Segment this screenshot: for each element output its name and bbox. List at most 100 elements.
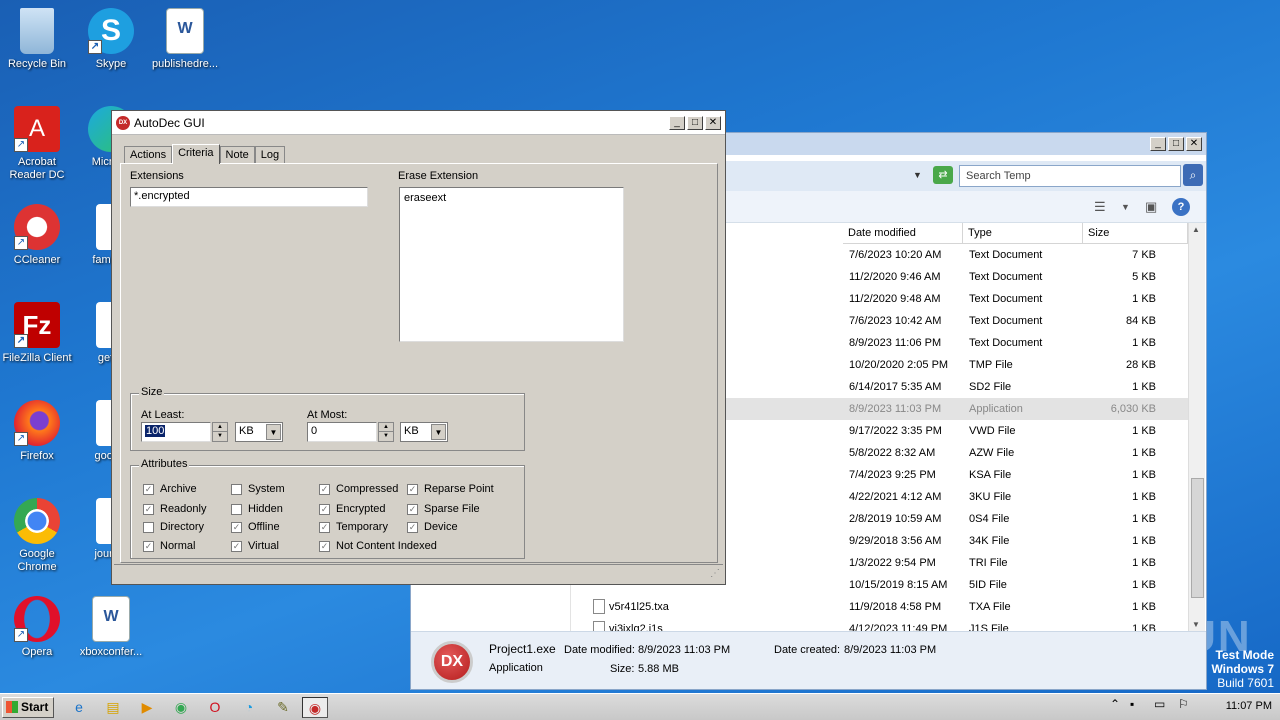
opera-taskbar-icon[interactable]: O xyxy=(202,697,228,718)
desktop-icon-chrome[interactable]: Google Chrome xyxy=(0,498,74,574)
desktop-icon-published-doc[interactable]: W publishedre... xyxy=(148,8,222,71)
attribute-checkbox[interactable]: ✓ Not Content Indexed xyxy=(319,540,437,552)
extensions-field[interactable]: *.encrypted xyxy=(130,187,368,207)
help-icon[interactable]: ? xyxy=(1172,198,1190,216)
scroll-up-icon[interactable]: ▲ xyxy=(1192,225,1200,234)
tab-log[interactable]: Log xyxy=(254,146,286,164)
checkmark-icon[interactable]: ✓ xyxy=(319,521,330,533)
network-icon[interactable]: ▭ xyxy=(1154,697,1165,711)
scroll-thumb[interactable] xyxy=(1191,478,1204,598)
attribute-checkbox[interactable]: Hidden xyxy=(231,503,283,515)
attribute-checkbox[interactable]: ✓ Archive xyxy=(143,483,197,495)
edge-taskbar-icon[interactable]: ◔ xyxy=(236,697,262,718)
attribute-checkbox[interactable]: ✓ Encrypted xyxy=(319,503,386,515)
attribute-checkbox[interactable]: ✓ Readonly xyxy=(143,503,206,515)
tray-expand-icon[interactable]: ⌃ xyxy=(1110,697,1120,711)
ie-icon[interactable]: e xyxy=(66,697,92,718)
minimize-button[interactable]: _ xyxy=(669,115,685,130)
attribute-checkbox[interactable]: ✓ Normal xyxy=(143,540,195,552)
at-least-spinner[interactable]: ▲ ▼ xyxy=(212,422,228,442)
desktop-icon-recycle-bin[interactable]: Recycle Bin xyxy=(0,8,74,71)
chevron-down-icon[interactable]: ▼ xyxy=(1121,202,1130,212)
search-icon[interactable]: ⌕ xyxy=(1183,164,1203,186)
chrome-taskbar-icon[interactable]: ◉ xyxy=(168,697,194,718)
checkmark-icon[interactable]: ✓ xyxy=(319,483,330,495)
attribute-checkbox[interactable]: ✓ Temporary xyxy=(319,521,388,533)
attribute-checkbox[interactable]: ✓ Device xyxy=(407,521,458,533)
resize-grip-icon[interactable]: ⋰ xyxy=(710,568,720,579)
desktop-icon-firefox[interactable]: ↗ Firefox xyxy=(0,400,74,463)
desktop-icon-xboxconfer[interactable]: W xboxconfer... xyxy=(74,596,148,659)
at-most-spinner[interactable]: ▲ ▼ xyxy=(378,422,394,442)
notepad-icon[interactable]: ✎ xyxy=(270,697,296,718)
attribute-checkbox[interactable]: System xyxy=(231,483,285,495)
checkbox-empty-icon[interactable] xyxy=(231,503,242,515)
checkbox-empty-icon[interactable] xyxy=(143,521,154,533)
tab-strip: Actions Criteria Note Log xyxy=(124,144,286,164)
attribute-checkbox[interactable]: ✓ Virtual xyxy=(231,540,279,552)
tab-note[interactable]: Note xyxy=(219,146,255,164)
checkmark-icon[interactable]: ✓ xyxy=(407,483,418,495)
erase-extension-memo[interactable]: eraseext xyxy=(399,187,624,342)
media-player-icon[interactable]: ▶ xyxy=(134,697,160,718)
file-row[interactable]: v5r41l25.txa 11/9/2018 4:58 PM TXA File 1 K… xyxy=(571,596,1188,618)
attribute-checkbox[interactable]: ✓ Reparse Point xyxy=(407,483,494,495)
desktop-icon-opera[interactable]: ↗ Opera xyxy=(0,596,74,659)
search-input[interactable]: Search Temp xyxy=(959,165,1181,187)
minimize-button[interactable]: _ xyxy=(1150,137,1166,151)
at-most-unit-select[interactable]: KB ▼ xyxy=(400,422,448,442)
explorer-folder-icon[interactable]: ▤ xyxy=(100,697,126,718)
spin-up-icon[interactable]: ▲ xyxy=(379,423,393,432)
close-button[interactable]: ✕ xyxy=(1186,137,1202,151)
desktop-icon-acrobat[interactable]: A ↗ Acrobat Reader DC xyxy=(0,106,74,182)
checkbox-empty-icon[interactable] xyxy=(231,483,242,495)
chevron-down-icon[interactable]: ▼ xyxy=(431,424,446,440)
checkmark-icon[interactable]: ✓ xyxy=(143,503,154,515)
column-size[interactable]: Size xyxy=(1083,223,1188,244)
desktop-icon-skype[interactable]: S ↗ Skype xyxy=(74,8,148,71)
attribute-checkbox[interactable]: ✓ Compressed xyxy=(319,483,398,495)
desktop-icon-ccleaner[interactable]: ↗ CCleaner xyxy=(0,204,74,267)
autodec-taskbar-icon[interactable]: ◉ xyxy=(302,697,328,718)
scroll-down-icon[interactable]: ▼ xyxy=(1192,620,1200,629)
chevron-down-icon[interactable]: ▼ xyxy=(913,170,922,180)
checkmark-icon[interactable]: ✓ xyxy=(407,503,418,515)
checkmark-icon[interactable]: ✓ xyxy=(319,503,330,515)
volume-icon[interactable]: ⚐ xyxy=(1178,697,1189,711)
spin-up-icon[interactable]: ▲ xyxy=(213,423,227,432)
at-most-input[interactable]: 0 xyxy=(307,422,377,442)
checkmark-icon[interactable]: ✓ xyxy=(143,540,154,552)
attribute-checkbox[interactable]: ✓ Offline xyxy=(231,521,280,533)
column-type[interactable]: Type xyxy=(963,223,1083,244)
vertical-scrollbar[interactable]: ▲ ▼ xyxy=(1188,223,1205,631)
close-button[interactable]: ✕ xyxy=(705,115,721,130)
checkmark-icon[interactable]: ✓ xyxy=(231,540,242,552)
clock[interactable]: 11:07 PM xyxy=(1226,700,1272,712)
checkmark-icon[interactable]: ✓ xyxy=(143,483,154,495)
at-least-unit-select[interactable]: KB ▼ xyxy=(235,422,283,442)
at-least-input[interactable]: 100 xyxy=(141,422,211,442)
checkmark-icon[interactable]: ✓ xyxy=(319,540,330,552)
spin-down-icon[interactable]: ▼ xyxy=(213,432,227,441)
maximize-button[interactable]: □ xyxy=(1168,137,1184,151)
spin-down-icon[interactable]: ▼ xyxy=(379,432,393,441)
tab-actions[interactable]: Actions xyxy=(124,146,173,164)
refresh-icon[interactable]: ⇄ xyxy=(933,166,953,184)
file-row[interactable]: vi3jxlg2.j1s 4/12/2023 11:49 PM J1S File 1 … xyxy=(571,618,1188,631)
file-size: 1 KB xyxy=(1132,425,1156,437)
checkmark-icon[interactable]: ✓ xyxy=(407,521,418,533)
file-type: TXA File xyxy=(969,601,1011,613)
preview-pane-icon[interactable]: ▣ xyxy=(1145,199,1157,215)
tab-criteria[interactable]: Criteria xyxy=(172,144,220,164)
checkmark-icon[interactable]: ✓ xyxy=(231,521,242,533)
column-date-modified[interactable]: Date modified xyxy=(843,223,963,244)
details-size: 5.88 MB xyxy=(638,663,679,675)
chevron-down-icon[interactable]: ▼ xyxy=(266,424,281,440)
start-button[interactable]: Start xyxy=(2,697,54,718)
desktop-icon-filezilla[interactable]: Fz ↗ FileZilla Client xyxy=(0,302,74,365)
view-options-icon[interactable]: ☰ xyxy=(1094,199,1106,215)
maximize-button[interactable]: □ xyxy=(687,115,703,130)
attribute-checkbox[interactable]: ✓ Sparse File xyxy=(407,503,480,515)
tray-app-icon[interactable]: ▪ xyxy=(1130,697,1134,711)
attribute-checkbox[interactable]: Directory xyxy=(143,521,204,533)
